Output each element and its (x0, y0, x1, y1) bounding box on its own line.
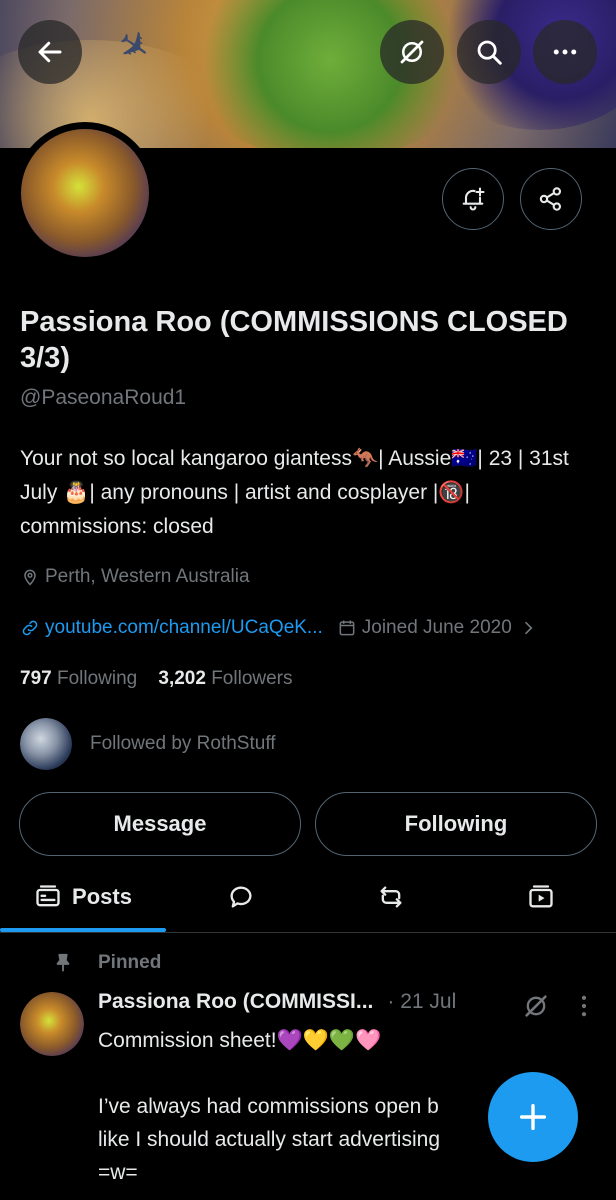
following-stat[interactable]: 797 Following (20, 668, 137, 689)
notifications-button[interactable] (442, 168, 504, 230)
post-author-name[interactable]: Passiona Roo (COMMISSI... (98, 990, 373, 1014)
followers-count: 3,202 (158, 668, 206, 689)
followers-stat[interactable]: 3,202 Followers (158, 668, 292, 689)
tab-replies[interactable] (166, 862, 316, 932)
posts-icon (36, 885, 60, 907)
compose-button[interactable] (488, 1072, 578, 1162)
chevron-right-icon[interactable] (518, 618, 538, 638)
calendar-icon (339, 620, 355, 636)
tab-posts-label: Posts (72, 884, 132, 909)
post-text: Commission sheet!💜💛💚🩷 I’ve always had co… (98, 1029, 440, 1184)
followers-label: Followers (211, 668, 293, 689)
joined-date: Joined June 2020 (361, 617, 512, 638)
plus-icon (519, 1103, 547, 1131)
pinned-label: Pinned (98, 952, 162, 973)
profile-stats: 797 Following 3,202 Followers (20, 668, 293, 690)
more-dots-icon (553, 49, 577, 55)
back-button[interactable] (18, 20, 82, 84)
more-options-button[interactable] (533, 20, 597, 84)
tab-reposts[interactable] (316, 862, 466, 932)
profile-handle: @PaseonaRoud1 (20, 386, 187, 409)
profile-name: Passiona Roo (COMMISSIONS CLOSED 3/3) (20, 306, 568, 374)
share-button[interactable] (520, 168, 582, 230)
followed-by-row[interactable]: Followed by RothStuff (20, 718, 276, 770)
post-header: Passiona Roo (COMMISSI... · 21 Jul (98, 990, 456, 1014)
location-pin-icon (24, 569, 36, 586)
avatar-image (21, 129, 149, 257)
location-text: Perth, Western Australia (45, 566, 250, 587)
follower-avatar (20, 718, 72, 770)
share-icon (539, 187, 562, 211)
following-button[interactable]: Following (315, 792, 597, 856)
post-more-icon[interactable] (570, 992, 598, 1020)
post-author-avatar[interactable] (20, 992, 84, 1056)
following-count: 797 (20, 668, 52, 689)
tab-media[interactable] (466, 862, 616, 932)
profile-bio: Your not so local kangaroo giantess🦘| Au… (20, 447, 569, 538)
post-date[interactable]: · 21 Jul (387, 990, 456, 1014)
pin-icon (56, 953, 70, 972)
arrow-left-icon (38, 41, 62, 63)
following-label: Following (56, 668, 138, 689)
pinned-indicator: Pinned (52, 952, 161, 974)
grok-button[interactable] (380, 20, 444, 84)
repost-icon (380, 886, 402, 908)
grok-post-icon[interactable] (522, 992, 550, 1020)
followed-by-text: Followed by RothStuff (90, 733, 276, 754)
media-icon (529, 885, 553, 908)
message-button[interactable]: Message (19, 792, 301, 856)
profile-avatar[interactable] (14, 122, 156, 264)
active-tab-indicator (0, 928, 166, 932)
profile-location: Perth, Western Australia (20, 566, 250, 588)
grok-icon (400, 40, 424, 64)
profile-meta-row: youtube.com/channel/UCaQeK... Joined Jun… (20, 617, 543, 639)
search-button[interactable] (457, 20, 521, 84)
profile-tabs: Posts (0, 862, 616, 933)
reply-bubble-icon (230, 886, 252, 908)
tab-posts[interactable]: Posts (0, 862, 166, 932)
search-icon (477, 40, 502, 65)
bell-plus-icon (462, 187, 485, 211)
website-link[interactable]: youtube.com/channel/UCaQeK... (45, 617, 323, 639)
link-icon (22, 620, 38, 636)
